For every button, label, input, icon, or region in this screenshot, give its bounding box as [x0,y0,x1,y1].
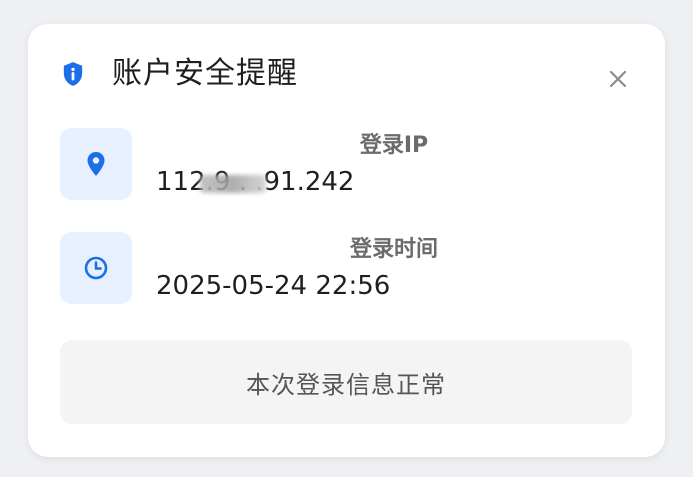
login-ip-label: 登录IP [359,133,429,158]
clock-icon-box [60,232,132,304]
location-pin-icon [87,152,105,176]
login-time-label: 登录时间 [349,237,438,262]
close-icon[interactable] [607,68,629,90]
status-message: 本次登录信息正常 [60,340,632,424]
security-alert-dialog: 账户安全提醒 登录IP 112.9 . .91.242 登录时间 2025-05… [28,24,665,457]
login-time-row: 登录时间 2025-05-24 22:56 [28,232,665,304]
clock-icon [84,256,108,280]
location-icon-box [60,128,132,200]
login-ip-row: 登录IP 112.9 . .91.242 [28,128,665,200]
ip-mask [200,175,266,193]
login-ip-value: 112.9 . .91.242 [156,166,354,198]
dialog-title: 账户安全提醒 [112,56,298,91]
login-time-value: 2025-05-24 22:56 [156,271,391,301]
dialog-header: 账户安全提醒 [28,24,665,124]
shield-info-icon [63,62,83,86]
